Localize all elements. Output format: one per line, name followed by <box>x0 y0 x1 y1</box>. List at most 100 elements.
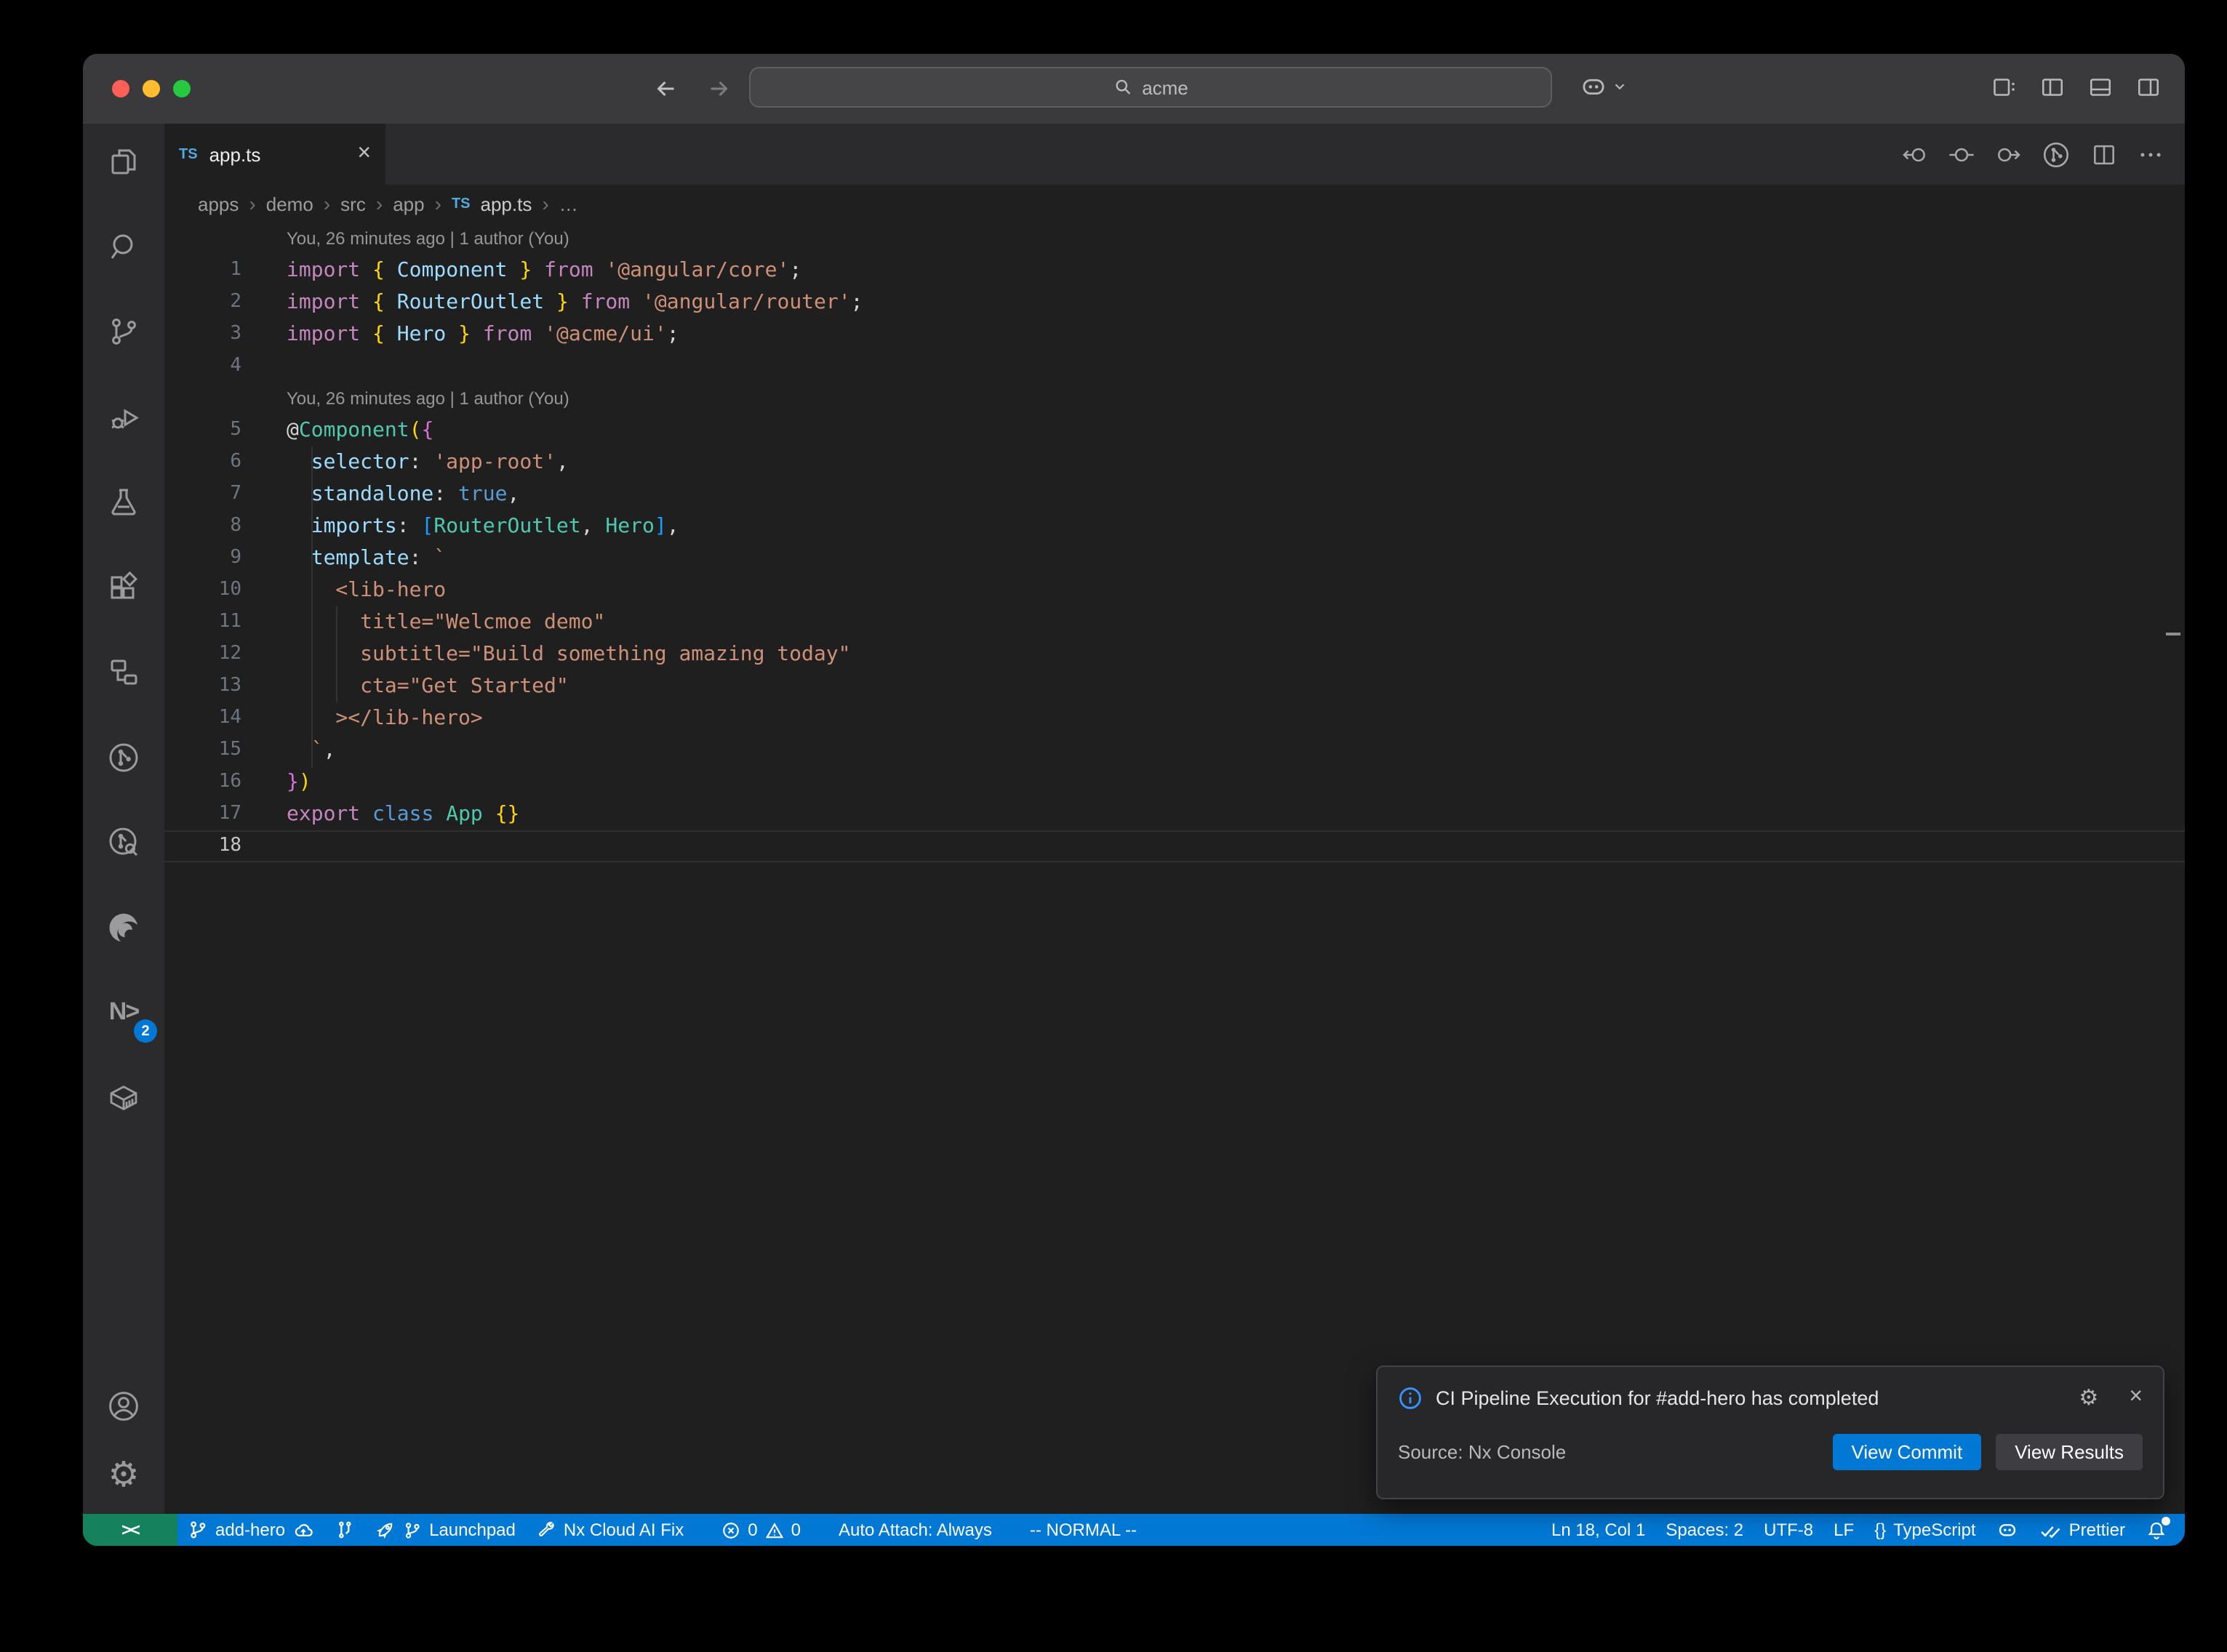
code-lines: You, 26 minutes ago | 1 author (You)1imp… <box>164 222 2185 862</box>
notification-close-icon[interactable]: × <box>2129 1384 2143 1411</box>
search-view-icon[interactable] <box>86 209 161 284</box>
notification-title: CI Pipeline Execution for #add-hero has … <box>1436 1387 1879 1408</box>
run-and-debug-icon[interactable] <box>86 379 161 454</box>
window-controls <box>112 80 191 97</box>
toggle-panel-icon[interactable] <box>2087 74 2114 100</box>
code-line[interactable]: 16}) <box>164 766 2185 798</box>
git-branch-icon <box>403 1520 422 1539</box>
code-line[interactable]: 3import { Hero } from '@acme/ui'; <box>164 318 2185 350</box>
git-search-icon[interactable] <box>86 804 161 880</box>
problems-item[interactable]: 0 0 <box>711 1514 811 1546</box>
code-line[interactable]: 11 title="Welcmoe demo" <box>164 606 2185 638</box>
activity-bar-bottom: ⚙ <box>86 1374 161 1514</box>
zoom-window-button[interactable] <box>173 80 191 97</box>
code-line[interactable]: 17export class App {} <box>164 798 2185 830</box>
vim-mode-item[interactable]: -- NORMAL -- <box>1020 1514 1147 1546</box>
activity-bar: N> 2 ⚙ <box>83 124 164 1514</box>
status-bar: >< add-hero Launchpad Nx Cloud AI Fix 0 … <box>83 1514 2185 1546</box>
code-line[interactable]: 18 <box>164 830 2185 862</box>
cursor-position-item[interactable]: Ln 18, Col 1 <box>1541 1514 1655 1546</box>
split-editor-icon[interactable] <box>2090 140 2118 168</box>
copilot-menu[interactable] <box>1578 71 1628 102</box>
nx-cloud-ai-fix-item[interactable]: Nx Cloud AI Fix <box>526 1514 694 1546</box>
breadcrumb-item-symbol[interactable]: … <box>559 193 578 214</box>
extensions-icon[interactable] <box>86 549 161 625</box>
tab-close-icon[interactable]: × <box>357 143 371 166</box>
code-line[interactable]: 14 ></lib-hero> <box>164 702 2185 734</box>
open-changes-icon[interactable] <box>1948 140 1975 168</box>
nav-back-icon[interactable] <box>653 76 679 102</box>
code-line[interactable]: 7 standalone: true, <box>164 478 2185 510</box>
next-change-icon[interactable] <box>1994 140 2022 168</box>
toggle-sidebar-left-icon[interactable] <box>2039 74 2066 100</box>
line-number: 10 <box>164 574 241 606</box>
prev-change-icon[interactable] <box>1901 140 1929 168</box>
editor-actions <box>1901 124 2185 185</box>
code-line[interactable]: 6 selector: 'app-root', <box>164 446 2185 478</box>
git-graph-circle-icon[interactable] <box>2041 139 2071 169</box>
close-window-button[interactable] <box>112 80 129 97</box>
code-line[interactable]: 4 <box>164 350 2185 382</box>
command-center-search[interactable]: acme <box>749 67 1552 108</box>
tab-app-ts[interactable]: TS app.ts × <box>164 124 385 185</box>
branch-status-item[interactable]: add-hero <box>177 1514 324 1546</box>
vscode-window: acme <box>83 54 2185 1546</box>
line-number: 4 <box>164 350 241 382</box>
code-line[interactable]: 9 template: ` <box>164 542 2185 574</box>
accounts-icon[interactable] <box>86 1374 161 1438</box>
copilot-status-item[interactable] <box>1986 1514 2030 1546</box>
code-line[interactable]: 12 subtitle="Build something amazing tod… <box>164 638 2185 670</box>
breadcrumb-item-src[interactable]: src <box>340 193 366 214</box>
breadcrumb-item-file[interactable]: app.ts <box>481 193 532 214</box>
eol-item[interactable]: LF <box>1823 1514 1864 1546</box>
settings-gear-icon[interactable]: ⚙ <box>86 1444 161 1508</box>
main-area: N> 2 ⚙ TS app.ts × <box>83 124 2185 1514</box>
explorer-icon[interactable] <box>86 124 161 199</box>
launchpad-item[interactable]: Launchpad <box>365 1514 526 1546</box>
line-number: 11 <box>164 606 241 638</box>
more-actions-icon[interactable] <box>2137 140 2164 168</box>
minimize-window-button[interactable] <box>143 80 160 97</box>
toggle-sidebar-right-icon[interactable] <box>2135 74 2162 100</box>
indentation-item[interactable]: Spaces: 2 <box>1655 1514 1754 1546</box>
view-commit-button[interactable]: View Commit <box>1833 1434 1982 1470</box>
code-line[interactable]: 15 `, <box>164 734 2185 766</box>
remote-indicator[interactable]: >< <box>83 1514 177 1546</box>
editor[interactable]: You, 26 minutes ago | 1 author (You)1imp… <box>164 222 2185 1514</box>
language-mode-item[interactable]: {} TypeScript <box>1864 1514 1986 1546</box>
code-line[interactable]: 1import { Component } from '@angular/cor… <box>164 254 2185 286</box>
code-line[interactable]: 13 cta="Get Started" <box>164 670 2185 702</box>
error-count: 0 <box>748 1520 757 1540</box>
code-line[interactable]: 2import { RouterOutlet } from '@angular/… <box>164 286 2185 318</box>
source-control-icon[interactable] <box>86 294 161 369</box>
notification-settings-icon[interactable]: ⚙ <box>2079 1384 2098 1411</box>
line-number: 14 <box>164 702 241 734</box>
code-line[interactable]: 5@Component({ <box>164 414 2185 446</box>
nx-console-icon[interactable]: N> 2 <box>86 974 161 1050</box>
auto-attach-item[interactable]: Auto Attach: Always <box>828 1514 1002 1546</box>
nx-badge: 2 <box>134 1019 157 1043</box>
line-number: 5 <box>164 414 241 446</box>
encoding-item[interactable]: UTF-8 <box>1754 1514 1823 1546</box>
breadcrumb-item-apps[interactable]: apps <box>198 193 239 214</box>
view-results-button[interactable]: View Results <box>1996 1434 2143 1470</box>
compare-changes-icon <box>335 1520 355 1540</box>
blame-annotation: You, 26 minutes ago | 1 author (You) <box>164 222 2185 254</box>
code-line[interactable]: 10 <lib-hero <box>164 574 2185 606</box>
compare-changes-item[interactable] <box>324 1514 365 1546</box>
git-graph-icon[interactable] <box>86 719 161 795</box>
edge-tools-icon[interactable] <box>86 889 161 965</box>
titlebar: acme <box>83 54 2185 124</box>
breadcrumb-item-demo[interactable]: demo <box>266 193 313 214</box>
org-chart-icon[interactable] <box>86 634 161 710</box>
customize-layout-icon[interactable] <box>1991 74 2018 100</box>
formatter-item[interactable]: Prettier <box>2030 1514 2135 1546</box>
containers-icon[interactable] <box>86 1059 161 1135</box>
testing-icon[interactable] <box>86 464 161 540</box>
breadcrumb-item-app[interactable]: app <box>393 193 424 214</box>
typescript-file-icon: TS <box>452 196 471 212</box>
line-number: 3 <box>164 318 241 350</box>
notifications-bell-item[interactable] <box>2135 1514 2185 1546</box>
nav-forward-icon[interactable] <box>705 76 732 102</box>
code-line[interactable]: 8 imports: [RouterOutlet, Hero], <box>164 510 2185 542</box>
